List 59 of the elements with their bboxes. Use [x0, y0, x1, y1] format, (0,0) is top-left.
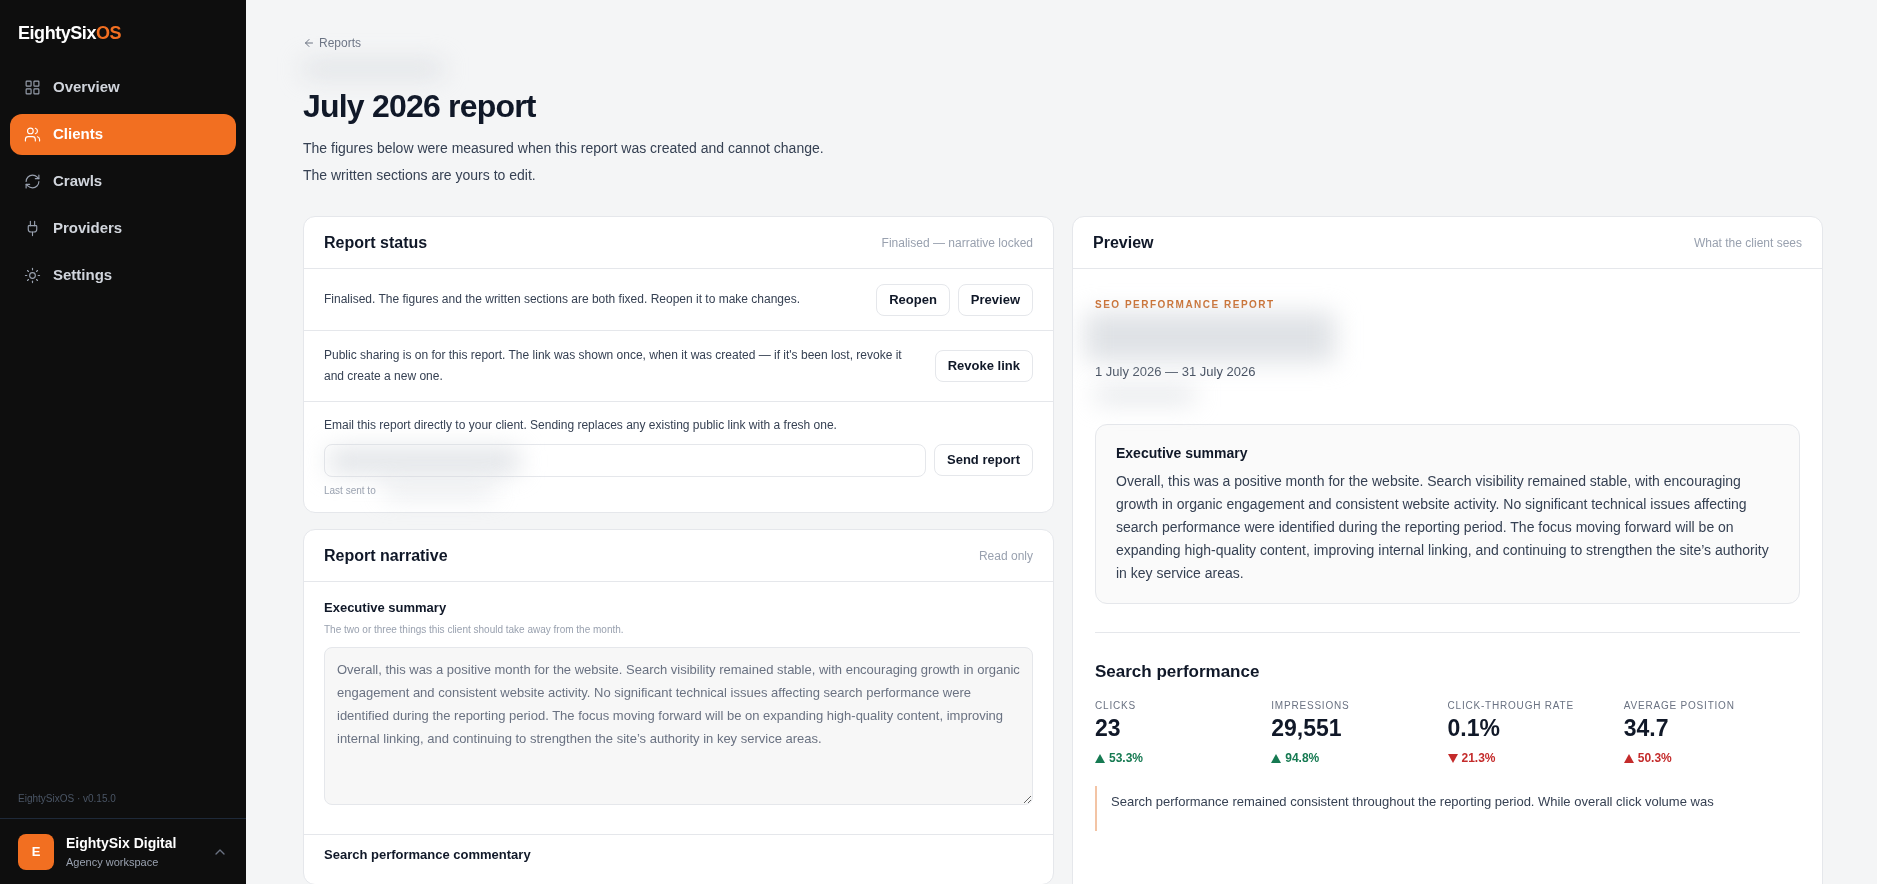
metric-label: AVERAGE POSITION [1623, 699, 1736, 713]
metric-value: 23 [1095, 714, 1122, 743]
metric-value: 0.1% [1447, 714, 1501, 743]
grid-icon [24, 79, 41, 96]
nav-item[interactable]: Overview [10, 67, 236, 108]
triangle-up-icon [1095, 753, 1105, 763]
nav-item[interactable]: Crawls [10, 161, 236, 202]
send-report-button[interactable]: Send report [934, 444, 1033, 476]
status-text: Finalised. The figures and the written sections are both fixed. Reopen it to make changes. [324, 291, 802, 308]
back-link[interactable]: Reports [303, 34, 362, 52]
metric-change: 21.3% [1447, 749, 1624, 768]
card-title: Preview [1093, 232, 1154, 253]
workspace-name: EightySix Digital [66, 833, 178, 853]
action-button[interactable]: Revoke link [934, 350, 1033, 382]
card-note: Finalised — narrative locked [881, 234, 1033, 252]
people-icon [24, 126, 41, 143]
card-note: Read only [978, 547, 1033, 565]
commentary-text: Search performance remained consistent throughout the reporting period. While overall click volume was [1111, 792, 1715, 811]
section-label: Search performance commentary [324, 845, 532, 864]
page-title: July 2026 report [303, 87, 537, 126]
section-hint: The two or three things this client should take away from the month. [324, 622, 625, 637]
summary-text: Overall, this was a positive month for the website. Search visibility remained stable, with encouraging growth in organic engagement and consistent website activity. No significant technical issues affecting search performance were identified during the reporting period. The focus moving forward will be on expanding high-quality content, improving internal linking, and continuing to strengthen the site’s authority in key service areas. [1116, 471, 1770, 583]
metric-change: 53.3% [1095, 749, 1272, 768]
arrow-left-icon [303, 37, 315, 49]
triangle-down-icon [1447, 753, 1458, 763]
intro-text: The written sections are yours to edit. [303, 166, 537, 185]
summary-textarea[interactable]: Overall, this was a positive month for the website. Search visibility remained stable, with encouraging growth in organic engagement and consistent website activity. No significant technical issues affecting search performance were identified during the reporting period. The focus moving forward will be on expanding high-quality content, improving internal linking, and continuing to strengthen the site’s authority in key service areas. [324, 646, 1033, 805]
report-period: 1 July 2026 — 31 July 2026 [1095, 363, 1257, 381]
refresh-icon [24, 173, 41, 190]
workspace-avatar: E [18, 833, 54, 870]
triangle-up-icon [1623, 753, 1634, 763]
report-eyebrow: SEO PERFORMANCE REPORT [1095, 298, 1276, 312]
section-label: Executive summary [324, 599, 448, 617]
workspace-subtitle: Agency workspace [66, 854, 160, 870]
email-text: Email this report directly to your client. Sending replaces any existing public link with a fresh one. [324, 417, 838, 434]
nav-item[interactable]: Settings [10, 255, 236, 296]
action-button[interactable]: Preview [957, 283, 1033, 316]
card-note: What the client sees [1693, 234, 1802, 252]
sun-icon [24, 267, 41, 284]
section-title: Search performance [1095, 660, 1261, 683]
metric-change: 50.3% [1623, 749, 1800, 768]
metric-value: 34.7 [1623, 714, 1670, 743]
last-sent-text: Last sent to [324, 484, 376, 498]
summary-title: Executive summary [1116, 443, 1249, 463]
app-logo: EightySixOS [17, 22, 123, 45]
card-title: Report status [324, 232, 428, 253]
nav-item[interactable]: Providers [10, 208, 236, 249]
status-text: Public sharing is on for this report. The link was shown once, when it was created — if it's been lost, revoke it and create a new one. [324, 347, 903, 385]
card-title: Report narrative [324, 545, 448, 566]
metric-label: CLICKS [1095, 699, 1137, 713]
action-button[interactable]: Reopen [876, 283, 950, 316]
version-text: EightySixOS · v0.15.0 [17, 792, 117, 806]
email-field[interactable] [324, 444, 927, 477]
intro-text: The figures below were measured when this report was created and cannot change. [303, 139, 825, 158]
metric-label: IMPRESSIONS [1271, 699, 1351, 713]
triangle-up-icon [1271, 753, 1282, 763]
metric-value: 29,551 [1271, 714, 1343, 743]
metric-change: 94.8% [1271, 749, 1448, 768]
metric-label: CLICK-THROUGH RATE [1447, 699, 1575, 713]
